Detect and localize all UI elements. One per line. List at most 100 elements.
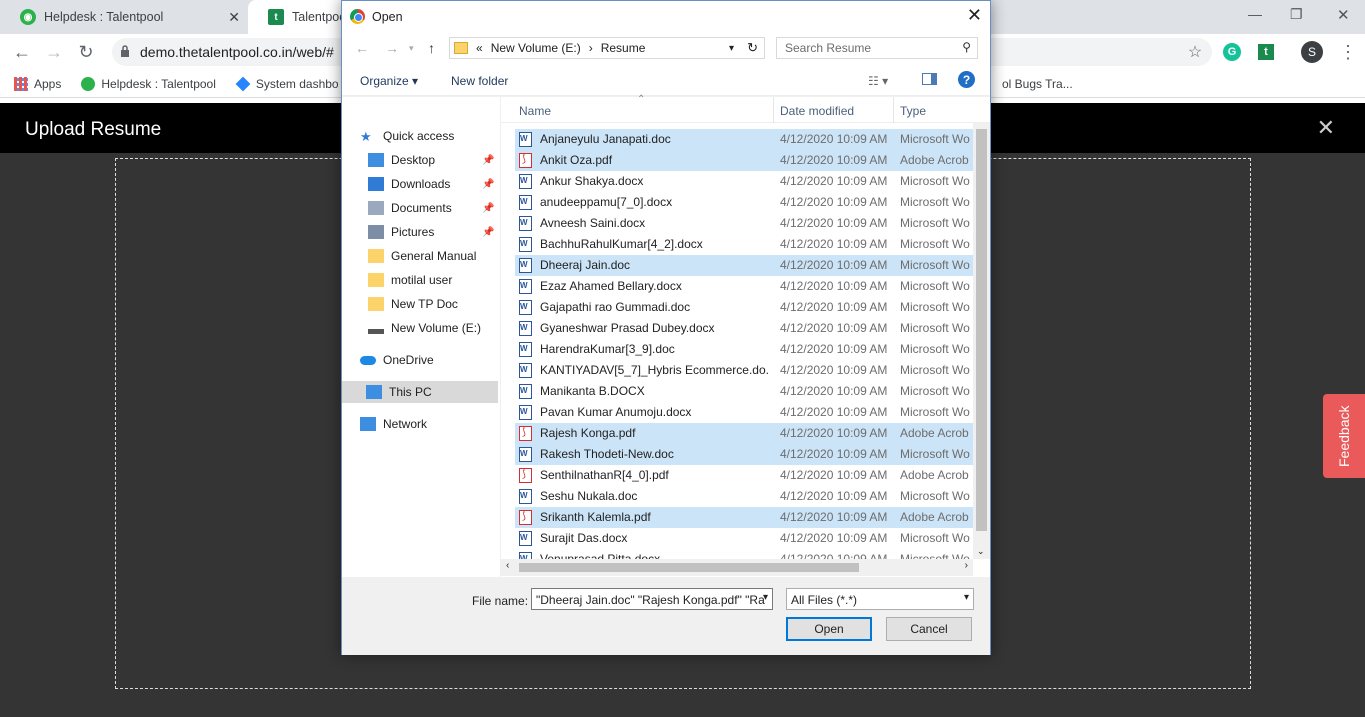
column-date-modified[interactable]: Date modified (780, 104, 854, 118)
file-row[interactable]: Pavan Kumar Anumoju.docx 4/12/2020 10:09 … (515, 402, 973, 423)
nav-item-desktop[interactable]: Desktop 📌 (368, 149, 494, 171)
file-row[interactable]: anudeeppamu[7_0].docx 4/12/2020 10:09 AM M… (515, 192, 973, 213)
talentpool-extension-icon[interactable]: t (1258, 44, 1274, 60)
file-row[interactable]: Venuprasad Pitta.docx 4/12/2020 10:09 AM M… (515, 549, 973, 559)
scroll-left-icon[interactable]: ‹ (506, 560, 509, 571)
horizontal-scrollbar[interactable]: ‹ › (501, 559, 973, 576)
word-file-icon (519, 300, 532, 315)
nav-item-network[interactable]: Network (360, 413, 427, 435)
path-breadcrumb[interactable]: « New Volume (E:) › Resume ▾ ↻ (449, 37, 765, 59)
new-folder-button[interactable]: New folder (451, 74, 508, 88)
file-type: Microsoft Wo (900, 195, 970, 209)
file-row[interactable]: HarendraKumar[3_9].doc 4/12/2020 10:09 AM… (515, 339, 973, 360)
pdf-file-icon (519, 426, 532, 441)
file-row[interactable]: Dheeraj Jain.doc 4/12/2020 10:09 AM Micros… (515, 255, 973, 276)
preview-pane-icon[interactable] (922, 73, 937, 85)
bookmark-system-dashboard[interactable]: System dashbo (235, 76, 339, 91)
help-icon[interactable]: ? (958, 71, 975, 88)
nav-item-quick-access[interactable]: ★ Quick access (360, 125, 454, 147)
close-tab-icon[interactable]: ✕ (228, 9, 240, 26)
tab-helpdesk[interactable]: ◉ Helpdesk : Talentpool ✕ (0, 0, 248, 34)
reload-icon[interactable]: ↻ (74, 40, 98, 64)
star-icon: ★ (360, 129, 372, 144)
modal-close-icon[interactable]: ✕ (1317, 115, 1335, 141)
column-divider[interactable] (773, 97, 774, 123)
file-name: Gajapathi rao Gummadi.doc (540, 300, 691, 314)
url-text: demo.thetalentpool.co.in/web/# (140, 44, 334, 60)
refresh-icon[interactable]: ↻ (747, 40, 758, 56)
file-date-modified: 4/12/2020 10:09 AM (780, 363, 888, 377)
nav-item-general-manual[interactable]: General Manual (368, 245, 476, 267)
scroll-down-icon[interactable]: ⌄ (977, 546, 985, 557)
file-row[interactable]: Ankur Shakya.docx 4/12/2020 10:09 AM Micro… (515, 171, 973, 192)
nav-item-onedrive[interactable]: OneDrive (360, 349, 434, 371)
breadcrumb-new-volume[interactable]: New Volume (E:) (491, 41, 581, 55)
file-row[interactable]: Manikanta B.DOCX 4/12/2020 10:09 AM Micros… (515, 381, 973, 402)
file-type-select[interactable]: All Files (*.*) ▾ (786, 588, 974, 610)
breadcrumb-resume[interactable]: Resume (601, 41, 646, 55)
apps-grid-icon (14, 76, 28, 91)
forward-icon[interactable]: → (42, 40, 66, 64)
grammarly-icon[interactable]: G (1223, 43, 1241, 61)
file-row[interactable]: Seshu Nukala.doc 4/12/2020 10:09 AM Micros… (515, 486, 973, 507)
minimize-icon[interactable]: — (1248, 6, 1262, 22)
scroll-right-icon[interactable]: › (965, 560, 968, 571)
nav-item-downloads[interactable]: Downloads 📌 (368, 173, 494, 195)
file-row[interactable]: BachhuRahulKumar[4_2].docx 4/12/2020 10:0… (515, 234, 973, 255)
feedback-tab[interactable]: Feedback (1323, 394, 1365, 478)
file-row[interactable]: Ezaz Ahamed Bellary.docx 4/12/2020 10:09 … (515, 276, 973, 297)
file-row[interactable]: Surajit Das.docx 4/12/2020 10:09 AM Micros… (515, 528, 973, 549)
column-divider[interactable] (893, 97, 894, 123)
file-row[interactable]: Gajapathi rao Gummadi.doc 4/12/2020 10:09… (515, 297, 973, 318)
up-folder-icon[interactable]: ↑ (428, 40, 435, 56)
folder-icon (368, 273, 384, 287)
file-row[interactable]: Gyaneshwar Prasad Dubey.docx 4/12/2020 10… (515, 318, 973, 339)
forward-icon[interactable]: → (385, 40, 399, 56)
window-close-icon[interactable]: ✕ (1337, 6, 1350, 24)
bookmark-star-icon[interactable]: ☆ (1183, 40, 1207, 64)
nav-item-new-volume-e[interactable]: New Volume (E:) (368, 317, 481, 339)
chevron-down-icon[interactable]: ▾ (763, 592, 768, 603)
nav-item-this-pc[interactable]: This PC (342, 381, 498, 403)
bookmark-label: Helpdesk : Talentpool (101, 76, 216, 91)
open-button[interactable]: Open (786, 617, 872, 641)
file-row[interactable]: Srikanth Kalemla.pdf 4/12/2020 10:09 AM Ad… (515, 507, 973, 528)
vertical-scrollbar[interactable]: ⌄ (973, 123, 990, 559)
cancel-button[interactable]: Cancel (886, 617, 972, 641)
bookmark-bugs-tracker[interactable]: ol Bugs Tra... (1002, 77, 1073, 91)
breadcrumb-overflow[interactable]: « (476, 41, 483, 55)
file-row[interactable]: KANTIYADAV[5_7]_Hybris Ecommerce.do... 4/… (515, 360, 973, 381)
nav-item-pictures[interactable]: Pictures 📌 (368, 221, 494, 243)
recent-chevron-icon[interactable]: ▾ (409, 43, 414, 54)
nav-item-motilal-user[interactable]: motilal user (368, 269, 452, 291)
horizontal-scroll-thumb[interactable] (519, 563, 859, 572)
path-dropdown-icon[interactable]: ▾ (729, 43, 734, 54)
pdf-file-icon (519, 153, 532, 168)
menu-kebab-icon[interactable]: ⋮ (1336, 40, 1360, 64)
file-row[interactable]: Avneesh Saini.docx 4/12/2020 10:09 AM Micr… (515, 213, 973, 234)
nav-label: motilal user (391, 273, 453, 287)
back-icon[interactable]: ← (355, 40, 369, 56)
folder-icon (454, 42, 468, 54)
view-options-icon[interactable]: ☷ ▾ (868, 74, 888, 88)
nav-item-new-tp-doc[interactable]: New TP Doc (368, 293, 458, 315)
search-input[interactable]: Search Resume ⚲ (776, 37, 978, 59)
column-name[interactable]: Name (519, 104, 551, 118)
profile-avatar[interactable]: S (1301, 41, 1323, 63)
bookmark-helpdesk[interactable]: Helpdesk : Talentpool (81, 76, 216, 91)
column-type[interactable]: Type (900, 104, 926, 118)
search-icon[interactable]: ⚲ (962, 40, 971, 54)
file-row[interactable]: Ankit Oza.pdf 4/12/2020 10:09 AM Adobe Acr… (515, 150, 973, 171)
back-icon[interactable]: ← (10, 40, 34, 64)
vertical-scroll-thumb[interactable] (976, 129, 987, 531)
file-row[interactable]: SenthilnathanR[4_0].pdf 4/12/2020 10:09 A… (515, 465, 973, 486)
dialog-close-icon[interactable]: ✕ (967, 5, 982, 26)
file-row[interactable]: Anjaneyulu Janapati.doc 4/12/2020 10:09 A… (515, 129, 973, 150)
bookmark-apps[interactable]: Apps (14, 76, 61, 91)
nav-item-documents[interactable]: Documents 📌 (368, 197, 494, 219)
file-row[interactable]: Rakesh Thodeti-New.doc 4/12/2020 10:09 AM… (515, 444, 973, 465)
restore-icon[interactable]: ❐ (1290, 6, 1303, 23)
organize-button[interactable]: Organize ▾ (360, 74, 418, 88)
file-row[interactable]: Rajesh Konga.pdf 4/12/2020 10:09 AM Adobe … (515, 423, 973, 444)
file-name-input[interactable]: "Dheeraj Jain.doc" "Rajesh Konga.pdf" "R… (531, 588, 773, 610)
